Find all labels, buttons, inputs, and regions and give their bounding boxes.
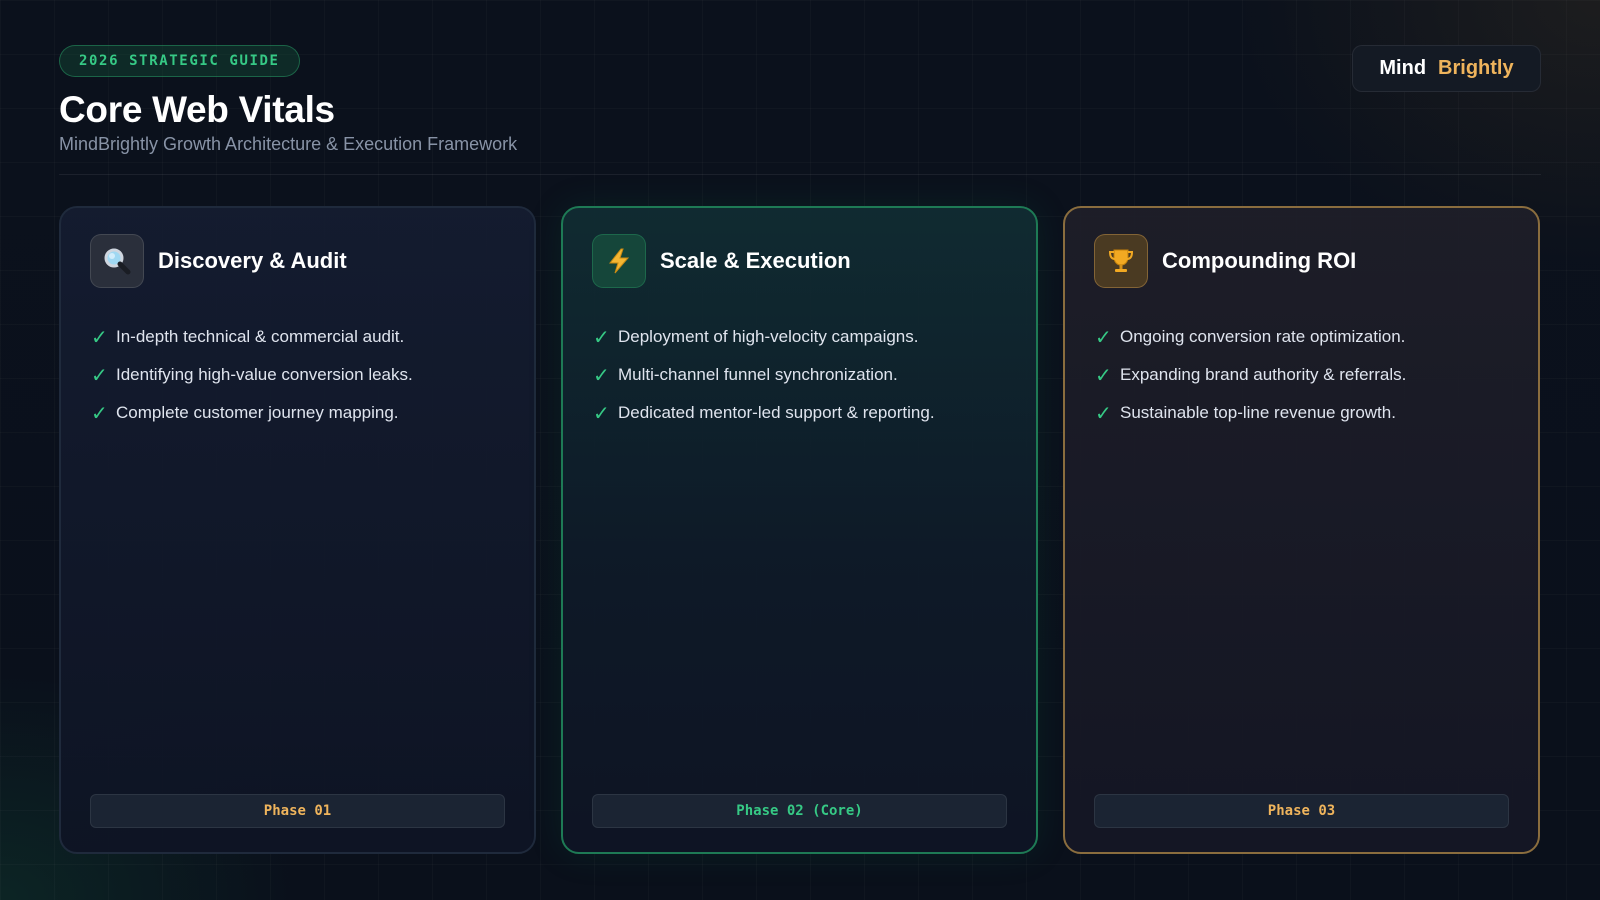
header-divider <box>59 174 1541 175</box>
check-icon: ✓ <box>1095 326 1112 349</box>
card-item-list: ✓ In-depth technical & commercial audit. … <box>91 318 514 432</box>
lightning-icon <box>592 234 646 288</box>
list-item-text: Identifying high-value conversion leaks. <box>116 365 413 384</box>
list-item-text: Complete customer journey mapping. <box>116 403 399 422</box>
check-icon: ✓ <box>91 364 108 387</box>
brand-name-mind: Mind <box>1379 57 1427 79</box>
card-title: Scale & Execution <box>660 248 851 273</box>
check-icon: ✓ <box>593 326 610 349</box>
list-item-text: Ongoing conversion rate optimization. <box>1120 327 1406 346</box>
list-item: ✓ Ongoing conversion rate optimization. <box>1095 318 1518 356</box>
list-item: ✓ Multi-channel funnel synchronization. <box>593 356 1016 394</box>
check-icon: ✓ <box>91 326 108 349</box>
check-icon: ✓ <box>593 402 610 425</box>
card-header: Discovery & Audit <box>90 234 347 288</box>
strategic-guide-tag: 2026 STRATEGIC GUIDE <box>59 45 300 77</box>
card-title: Discovery & Audit <box>158 248 347 273</box>
list-item: ✓ Complete customer journey mapping. <box>91 394 514 432</box>
brand-name-brightly: Brightly <box>1438 57 1514 79</box>
check-icon: ✓ <box>1095 364 1112 387</box>
list-item-text: Expanding brand authority & referrals. <box>1120 365 1407 384</box>
phase-badge: Phase 01 <box>90 794 505 828</box>
card-header: Scale & Execution <box>592 234 851 288</box>
magnifier-icon <box>90 234 144 288</box>
check-icon: ✓ <box>1095 402 1112 425</box>
phase-cards: Discovery & Audit ✓ In-depth technical & … <box>59 206 1541 854</box>
check-icon: ✓ <box>91 402 108 425</box>
trophy-icon <box>1094 234 1148 288</box>
card-item-list: ✓ Ongoing conversion rate optimization. ✓… <box>1095 318 1518 432</box>
card-scale-execution: Scale & Execution ✓ Deployment of high-ve… <box>561 206 1038 854</box>
list-item: ✓ Expanding brand authority & referrals. <box>1095 356 1518 394</box>
list-item-text: Deployment of high-velocity campaigns. <box>618 327 919 346</box>
page-title: Core Web Vitals <box>59 89 335 130</box>
card-compounding-roi: Compounding ROI ✓ Ongoing conversion rate… <box>1063 206 1540 854</box>
list-item: ✓ Deployment of high-velocity campaigns. <box>593 318 1016 356</box>
list-item-text: In-depth technical & commercial audit. <box>116 327 405 346</box>
page-subtitle: MindBrightly Growth Architecture & Execu… <box>59 134 518 154</box>
list-item: ✓ Sustainable top-line revenue growth. <box>1095 394 1518 432</box>
check-icon: ✓ <box>593 364 610 387</box>
phase-badge: Phase 03 <box>1094 794 1509 828</box>
list-item-text: Dedicated mentor-led support & reporting… <box>618 403 935 422</box>
card-discovery-audit: Discovery & Audit ✓ In-depth technical & … <box>59 206 536 854</box>
list-item: ✓ In-depth technical & commercial audit. <box>91 318 514 356</box>
page-header: 2026 STRATEGIC GUIDE Core Web Vitals Min… <box>59 45 1541 175</box>
list-item-text: Multi-channel funnel synchronization. <box>618 365 898 384</box>
card-item-list: ✓ Deployment of high-velocity campaigns. … <box>593 318 1016 432</box>
phase-badge: Phase 02 (Core) <box>592 794 1007 828</box>
brand-logo: Mind Brightly <box>1352 45 1541 92</box>
list-item: ✓ Identifying high-value conversion leaks… <box>91 356 514 394</box>
card-header: Compounding ROI <box>1094 234 1356 288</box>
list-item-text: Sustainable top-line revenue growth. <box>1120 403 1396 422</box>
list-item: ✓ Dedicated mentor-led support & reportin… <box>593 394 1016 432</box>
card-title: Compounding ROI <box>1162 248 1357 273</box>
